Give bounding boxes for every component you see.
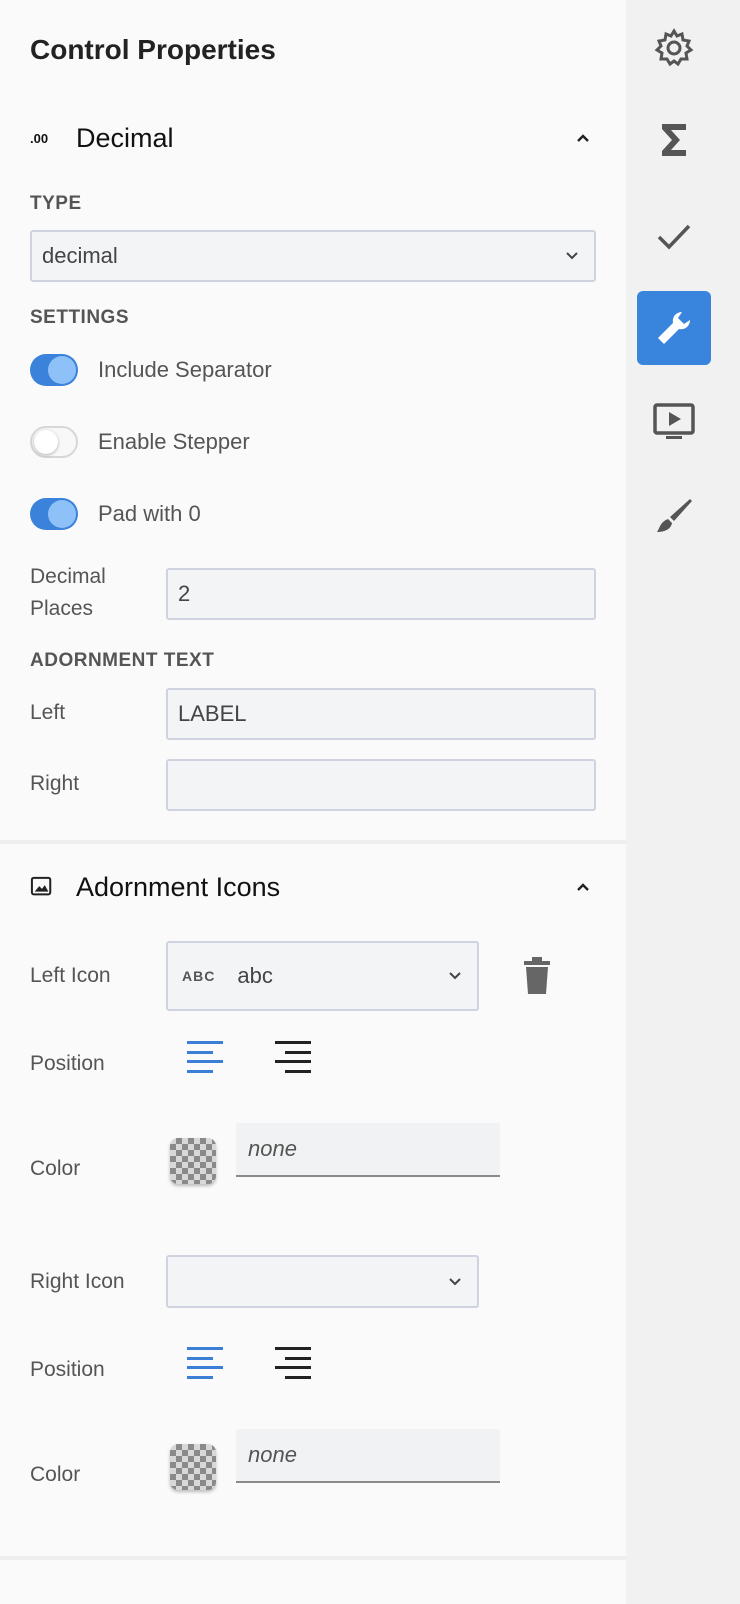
enable-stepper-toggle[interactable]	[30, 426, 78, 458]
align-left-icon[interactable]	[186, 1345, 224, 1381]
type-label: TYPE	[30, 193, 82, 214]
right-color-input[interactable]: none	[236, 1429, 500, 1483]
toggle-knob	[48, 356, 76, 384]
type-select[interactable]: decimal	[30, 230, 596, 282]
brush-icon[interactable]	[652, 494, 696, 538]
decimal-places-label-line1: Decimal	[30, 565, 106, 588]
delete-icon[interactable]	[522, 956, 552, 996]
decimal-section-title: Decimal	[76, 123, 174, 153]
adornment-icons-section-header[interactable]: Adornment Icons	[0, 858, 626, 918]
gear-icon[interactable]	[652, 26, 696, 70]
left-text-label: Left	[30, 701, 66, 724]
decimal-places-input[interactable]: 2	[166, 568, 596, 620]
pad-with-zero-label: Pad with 0	[98, 501, 201, 526]
chevron-up-icon[interactable]	[572, 127, 594, 149]
preview-icon[interactable]	[652, 400, 696, 444]
left-text-value: LABEL	[178, 701, 247, 726]
chevron-down-icon	[449, 972, 461, 980]
left-icon-select[interactable]: ABC abc	[166, 941, 479, 1011]
left-position-label: Position	[30, 1052, 105, 1075]
section-divider	[0, 1556, 626, 1560]
left-color-swatch[interactable]	[170, 1138, 216, 1184]
include-separator-label: Include Separator	[98, 357, 272, 382]
right-icon-label: Right Icon	[30, 1270, 125, 1293]
toggle-knob	[34, 430, 58, 454]
right-icon-select[interactable]	[166, 1255, 479, 1308]
decimal-icon: .00	[30, 131, 49, 146]
align-left-icon[interactable]	[186, 1039, 224, 1075]
right-color-label: Color	[30, 1463, 81, 1486]
check-icon[interactable]	[652, 214, 696, 258]
settings-label: SETTINGS	[30, 307, 130, 328]
enable-stepper-label: Enable Stepper	[98, 429, 250, 454]
image-icon	[30, 876, 52, 896]
wrench-icon	[658, 311, 691, 344]
left-color-value: none	[248, 1136, 297, 1161]
chevron-down-icon	[449, 1277, 461, 1285]
decimal-places-label-line2: Places	[30, 597, 94, 620]
sigma-icon[interactable]	[652, 118, 696, 162]
toggle-knob	[48, 500, 76, 528]
align-right-icon[interactable]	[274, 1345, 312, 1381]
align-right-icon[interactable]	[274, 1039, 312, 1075]
adornment-text-label: ADORNMENT TEXT	[30, 650, 215, 671]
left-text-input[interactable]: LABEL	[166, 688, 596, 740]
pad-with-zero-toggle[interactable]	[30, 498, 78, 530]
chevron-up-icon[interactable]	[572, 876, 594, 898]
properties-panel: Control Properties .00 Decimal TYPE deci…	[0, 0, 626, 1604]
right-text-label: Right	[30, 772, 80, 795]
left-color-input[interactable]: none	[236, 1123, 500, 1177]
decimal-section-header[interactable]: .00 Decimal	[0, 109, 626, 169]
right-position-label: Position	[30, 1358, 105, 1381]
include-separator-toggle[interactable]	[30, 354, 78, 386]
chevron-down-icon	[566, 252, 578, 260]
right-color-value: none	[248, 1442, 297, 1467]
right-text-input[interactable]	[166, 759, 596, 811]
type-select-value: decimal	[42, 243, 118, 268]
right-color-swatch[interactable]	[170, 1444, 216, 1490]
section-divider	[0, 840, 626, 844]
left-icon-value: abc	[237, 963, 273, 988]
adornment-icons-section-title: Adornment Icons	[76, 872, 281, 902]
decimal-places-value: 2	[178, 581, 191, 606]
abc-icon: ABC	[182, 968, 216, 984]
panel-title: Control Properties	[30, 34, 276, 65]
left-icon-label: Left Icon	[30, 964, 111, 987]
left-color-label: Color	[30, 1157, 81, 1180]
